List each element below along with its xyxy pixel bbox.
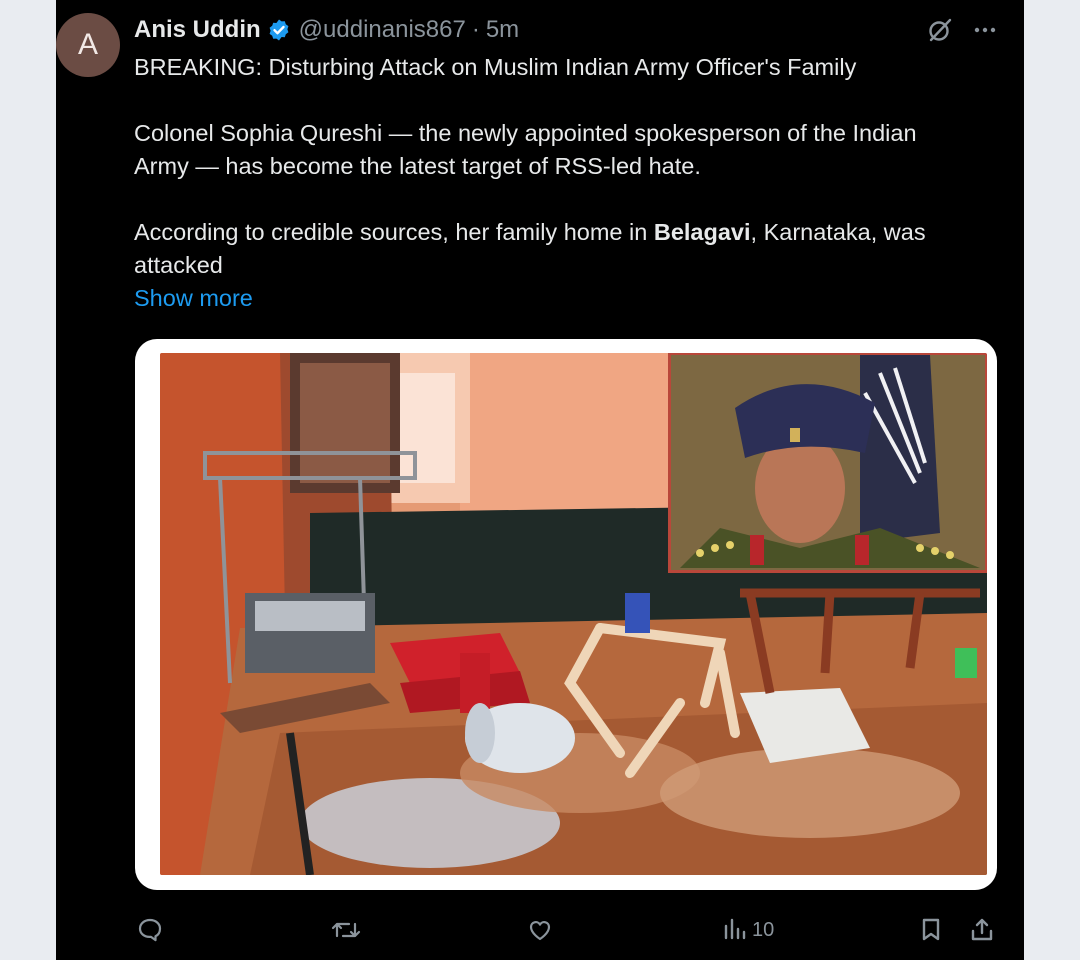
headline: BREAKING: Disturbing Attack on Muslim In… — [134, 54, 857, 80]
separator-dot: · — [471, 16, 480, 43]
tweet-text: BREAKING: Disturbing Attack on Muslim In… — [134, 51, 1014, 315]
bold-location: Belagavi — [653, 219, 751, 245]
author-name[interactable]: Anis Uddin — [134, 16, 261, 44]
attached-photo[interactable] — [160, 353, 987, 875]
author-handle[interactable]: @uddinanis867 — [299, 16, 466, 44]
tweet-card[interactable]: A Anis Uddin @uddinanis867 · 5m BREAKING… — [56, 0, 1024, 960]
grok-icon[interactable] — [926, 16, 954, 44]
show-more-link[interactable]: Show more — [134, 282, 1014, 315]
timestamp[interactable]: 5m — [486, 16, 519, 44]
views-icon — [724, 918, 746, 940]
paragraph-line: According to credible sources, her famil… — [134, 216, 1014, 249]
tweet-header: Anis Uddin @uddinanis867 · 5m — [134, 14, 519, 46]
views-button[interactable]: 10 — [722, 916, 774, 944]
text-segment: , Karnataka, was — [750, 219, 926, 245]
avatar[interactable]: A — [56, 13, 120, 77]
avatar-letter: A — [77, 28, 98, 61]
bookmark-icon[interactable] — [918, 916, 944, 944]
retweet-icon[interactable] — [330, 916, 362, 944]
verified-badge-icon[interactable] — [267, 18, 291, 42]
views-count: 10 — [752, 918, 775, 941]
share-icon[interactable] — [968, 916, 996, 944]
reply-icon[interactable] — [136, 916, 164, 944]
paragraph-line: Army — has become the latest target of R… — [134, 153, 701, 179]
like-icon[interactable] — [526, 916, 554, 944]
paragraph-line: Colonel Sophia Qureshi — the newly appoi… — [134, 120, 917, 146]
photo-illustration — [160, 353, 987, 875]
paragraph-line: attacked — [134, 252, 223, 278]
more-options-icon[interactable] — [970, 16, 1000, 44]
media-card[interactable] — [135, 339, 997, 890]
text-segment: According to credible sources, her famil… — [134, 219, 654, 245]
action-bar: 10 — [56, 910, 1024, 950]
